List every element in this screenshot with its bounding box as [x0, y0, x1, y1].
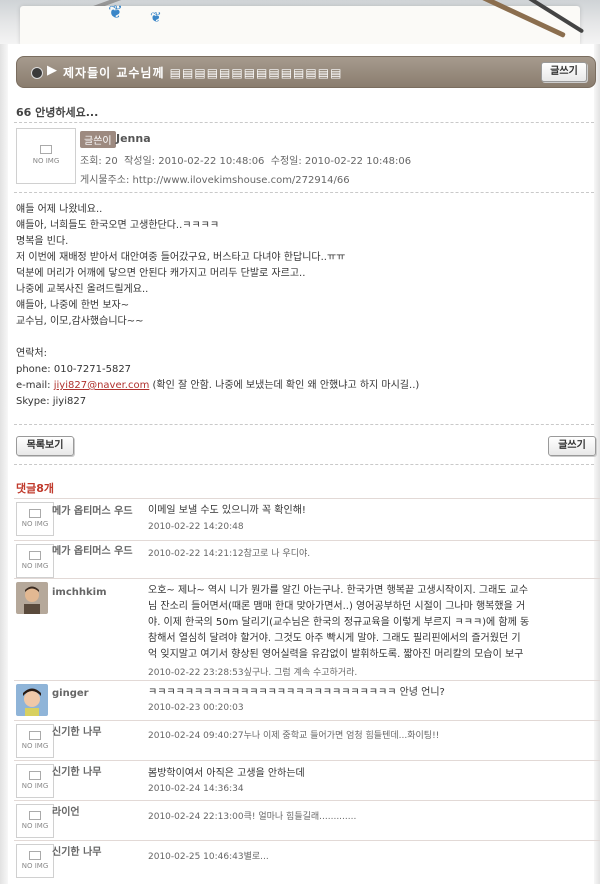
commenter-name[interactable]: 신기한 나무 [52, 766, 142, 779]
commenter-name[interactable]: 메가 옵티머스 우드 [52, 545, 142, 558]
divider [14, 192, 594, 193]
commenter-name[interactable]: ginger [52, 687, 142, 700]
commenter-photo: NO IMG [16, 844, 54, 878]
commenter-photo: NO IMG [16, 764, 54, 798]
divider [14, 540, 600, 541]
post-meta: 조회: 20 작성일: 2010-02-22 10:48:06 수정일: 201… [80, 156, 412, 167]
body-line: 얘들아, 나중에 한번 보자~ [16, 300, 130, 311]
comment-date: 2010-02-24 14:36:34 [148, 784, 244, 794]
created-date: 작성일: 2010-02-22 10:48:06 [124, 156, 265, 167]
write-button[interactable]: 글쓰기 [541, 62, 587, 82]
post-address[interactable]: 게시물주소: http://www.ilovekimshouse.com/272… [80, 171, 350, 186]
image-placeholder-icon [29, 731, 41, 740]
body-line: 나중에 교복사진 올려드릴게요.. [16, 284, 149, 295]
image-placeholder-icon [29, 851, 41, 860]
commenter-photo: NO IMG [16, 544, 54, 578]
image-placeholder-icon [29, 509, 41, 518]
board-title: 제자들이 교수님께 ▤▤▤▤▤▤▤▤▤▤▤▤▤▤ [63, 66, 343, 80]
divider [14, 760, 600, 761]
body-line: 명복을 빈다. [16, 236, 69, 247]
divider [14, 840, 600, 841]
comment-text-block: 오호~ 제나~ 역시 니가 뭔가를 알긴 아는구나. 한국가면 행복끝 고생시작… [148, 583, 600, 663]
comment-date: 2010-02-24 09:40:27누나 이제 중학교 들어가면 엄청 힘들텐… [148, 731, 440, 741]
image-placeholder-icon [29, 811, 41, 820]
comment-date: 2010-02-25 10:46:43별로... [148, 852, 269, 862]
butterfly-icon: ❦ [150, 10, 162, 26]
divider [14, 720, 600, 721]
list-button[interactable]: 목록보기 [16, 436, 74, 456]
views-label: 조회 [80, 156, 99, 167]
play-arrow-icon: ▶ [47, 63, 57, 78]
comment-text: 이메일 보낼 수도 있으니까 꼭 확인해! [148, 505, 306, 516]
commenter-name[interactable]: 라이언 [52, 806, 142, 819]
write-button[interactable]: 글쓰기 [548, 436, 596, 456]
writer-name[interactable]: Jenna [116, 132, 151, 145]
divider [14, 424, 594, 425]
body-line: 교수님, 이모,감사했습니다~~ [16, 316, 144, 327]
board-title-bar: ▶ 제자들이 교수님께 ▤▤▤▤▤▤▤▤▤▤▤▤▤▤ 글쓰기 [16, 56, 596, 88]
comment-text: 봄방학이여서 아직은 고생을 안하는데 [148, 768, 305, 779]
image-placeholder-icon [29, 551, 41, 560]
divider [14, 498, 600, 499]
commenter-name[interactable]: 메가 옵티머스 우드 [52, 505, 142, 518]
email-line: e-mail: jiyi827@naver.com (확인 잘 안함. 나중에 … [16, 380, 420, 391]
comment-text-line: 님 잔소리 들어면서(때론 맴매 한대 맞아가면서..) 영어공부하던 시절이 … [148, 601, 526, 612]
bullet-icon [31, 67, 43, 79]
left-border [0, 44, 8, 884]
body-line: 연락처: [16, 348, 47, 359]
divider [14, 800, 600, 801]
divider [14, 578, 600, 579]
body-line: 저 이번에 재배정 받아서 대안여중 들어갔구요, 버스타고 다녀야 한답니다.… [16, 252, 346, 263]
views-count: 20 [104, 156, 118, 167]
commenter-name[interactable]: imchhkim [52, 586, 142, 599]
body-line: 덕분에 머리가 어깨에 닿으면 안된다 캐가지고 머리두 단발로 자르고.. [16, 268, 306, 279]
divider [14, 464, 594, 465]
paper-decoration [20, 6, 580, 44]
skype-line: Skype: jiyi827 [16, 396, 87, 407]
divider [14, 680, 600, 681]
post-body: 얘들 어제 나왔네요.. 얘들아, 너희들도 한국오면 고생한단다..ㅋㅋㅋㅋ … [16, 202, 419, 410]
comment-text: ㅋㅋㅋㅋㅋㅋㅋㅋㅋㅋㅋㅋㅋㅋㅋㅋㅋㅋㅋㅋㅋㅋㅋㅋㅋㅋㅋ 안녕 언니? [148, 687, 445, 698]
modified-date: 수정일: 2010-02-22 10:48:06 [270, 156, 412, 167]
divider [14, 122, 594, 123]
commenter-photo: NO IMG [16, 502, 54, 536]
avatar [16, 582, 48, 614]
post-title: 66 안녕하세요... [16, 106, 99, 119]
commenter-photo: NO IMG [16, 804, 54, 838]
commenter-name[interactable]: 신기한 나무 [52, 846, 142, 859]
image-placeholder-icon [40, 145, 52, 154]
butterfly-icon: ❦ [108, 2, 124, 23]
comment-text-line: 참해서 열심히 달려야 할거야. 그것도 아주 빡시게 말야. 그래도 필리핀에… [148, 633, 521, 644]
comment-text-line: 억 잊지말고 여기서 향상된 영어실력을 유감없이 발휘하도록. 짧아진 머리칼… [148, 649, 524, 660]
comment-date: 2010-02-24 22:13:00큭! 얼마나 힘들길래..........… [148, 812, 357, 822]
avatar [16, 684, 48, 716]
comment-text-line: 오호~ 제나~ 역시 니가 뭔가를 알긴 아는구나. 한국가면 행복끝 고생시작… [148, 585, 529, 596]
comment-date: 2010-02-22 14:20:48 [148, 522, 244, 532]
commenter-photo: NO IMG [16, 724, 54, 758]
writer-photo: NO IMG [16, 128, 76, 184]
writer-badge: 글쓴이 [80, 131, 116, 148]
body-line: 얘들 어제 나왔네요.. [16, 204, 103, 215]
email-link[interactable]: jiyi827@naver.com [54, 380, 150, 391]
body-line [16, 330, 419, 346]
comments-heading: 댓글8개 [16, 482, 55, 495]
image-placeholder-icon [29, 771, 41, 780]
comment-date: 2010-02-22 23:28:53싶구나. 그럼 계속 수고하거라. [148, 668, 358, 678]
body-line: phone: 010-7271-5827 [16, 364, 132, 375]
comment-date: 2010-02-23 00:20:03 [148, 703, 244, 713]
comment-text-line: 야. 이제 한국의 50m 달리기(교수님은 한국의 정규교육을 이렇게 부르지… [148, 617, 530, 628]
body-line: 얘들아, 너희들도 한국오면 고생한단다..ㅋㅋㅋㅋ [16, 220, 220, 231]
commenter-name[interactable]: 신기한 나무 [52, 726, 142, 739]
decorative-header: ❦ ❦ [0, 0, 600, 44]
comment-date: 2010-02-22 14:21:12참고로 나 우디야. [148, 549, 311, 559]
right-border [594, 44, 600, 884]
